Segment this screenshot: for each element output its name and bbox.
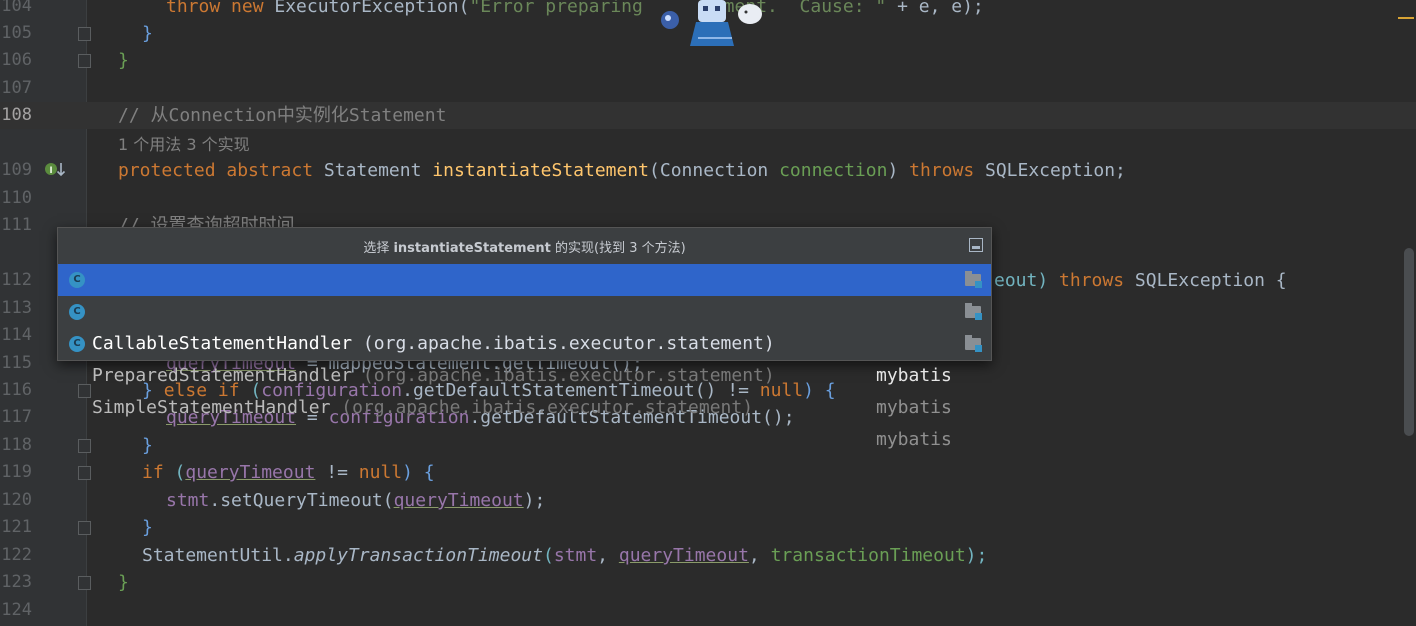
- fold-marker-icon[interactable]: [78, 576, 91, 590]
- vertical-scrollbar[interactable]: [1404, 248, 1414, 436]
- svg-text:I: I: [49, 166, 52, 176]
- implementation-item[interactable]: C CallableStatementHandler (org.apache.i…: [58, 264, 991, 386]
- code-line-112[interactable]: eout) throws SQLException {: [994, 267, 1287, 294]
- code-line-120[interactable]: stmt.setQueryTimeout(queryTimeout);: [166, 487, 545, 514]
- module-folder-icon: [965, 303, 982, 320]
- code-line-106[interactable]: }: [118, 47, 129, 74]
- code-line-122[interactable]: StatementUtil.applyTransactionTimeout(st…: [142, 542, 987, 569]
- code-line-123[interactable]: }: [118, 569, 129, 596]
- mascot-sticker-icon: [661, 0, 762, 46]
- class-icon: C: [69, 272, 85, 288]
- class-icon: C: [69, 336, 85, 352]
- line-number: 118: [1, 435, 32, 455]
- module-folder-icon: [965, 335, 982, 352]
- class-name: PreparedStatementHandler: [92, 365, 353, 386]
- implementation-item[interactable]: C SimpleStatementHandler (org.apache.iba…: [58, 328, 991, 450]
- code-line-104[interactable]: throw new ExecutorException("Error prepa…: [166, 0, 984, 20]
- code-line-121[interactable]: }: [142, 514, 153, 541]
- popup-title: 选择 instantiateStatement 的实现(找到 3 个方法): [363, 241, 686, 256]
- class-icon: C: [69, 304, 85, 320]
- line-number: 112: [1, 270, 32, 290]
- package-name: (org.apache.ibatis.executor.statement): [352, 365, 775, 386]
- line-number: 115: [1, 353, 32, 373]
- code-line-118[interactable]: }: [142, 432, 153, 459]
- fold-marker-icon[interactable]: [78, 54, 91, 68]
- line-number: 114: [1, 325, 32, 345]
- module-folder-icon: [965, 271, 982, 288]
- line-number: 120: [1, 490, 32, 510]
- line-number: 105: [1, 23, 32, 43]
- line-number: 110: [1, 188, 32, 208]
- line-number: 116: [1, 380, 32, 400]
- line-number: 122: [1, 545, 32, 565]
- module-name: mybatis: [876, 429, 952, 450]
- implementations-popup[interactable]: 选择 instantiateStatement 的实现(找到 3 个方法) C …: [57, 227, 992, 450]
- line-number: 106: [1, 50, 32, 70]
- module-name: mybatis: [876, 397, 952, 418]
- fold-marker-icon[interactable]: [78, 521, 91, 535]
- implementation-item[interactable]: C PreparedStatementHandler (org.apache.i…: [58, 296, 991, 418]
- code-line-105[interactable]: }: [142, 20, 153, 47]
- implemented-by-icon[interactable]: I: [44, 160, 66, 180]
- line-number: 111: [1, 215, 32, 235]
- line-number: 119: [1, 462, 32, 482]
- code-line-109[interactable]: protected abstract Statement instantiate…: [118, 157, 1126, 184]
- package-name: (org.apache.ibatis.executor.statement): [330, 397, 754, 418]
- line-number: 121: [1, 517, 32, 537]
- class-name: SimpleStatementHandler: [92, 397, 331, 418]
- usage-hint[interactable]: 1 个用法 3 个实现: [118, 131, 250, 158]
- code-line-119[interactable]: if (queryTimeout != null) {: [142, 459, 435, 486]
- line-number: 124: [1, 600, 32, 620]
- line-number: 109: [1, 160, 32, 180]
- error-stripe-marker[interactable]: [1398, 17, 1414, 19]
- fold-marker-icon[interactable]: [78, 27, 91, 41]
- line-number: 117: [1, 407, 32, 427]
- code-line-108[interactable]: // 从Connection中实例化Statement: [118, 102, 446, 129]
- line-number: 107: [1, 78, 32, 98]
- line-number: 123: [1, 572, 32, 592]
- line-number: 108: [1, 105, 32, 125]
- module-name: mybatis: [876, 365, 952, 386]
- popup-header: 选择 instantiateStatement 的实现(找到 3 个方法): [58, 228, 991, 265]
- line-number: 113: [1, 298, 32, 318]
- line-number: 104: [1, 0, 32, 16]
- open-in-window-icon[interactable]: [969, 238, 983, 252]
